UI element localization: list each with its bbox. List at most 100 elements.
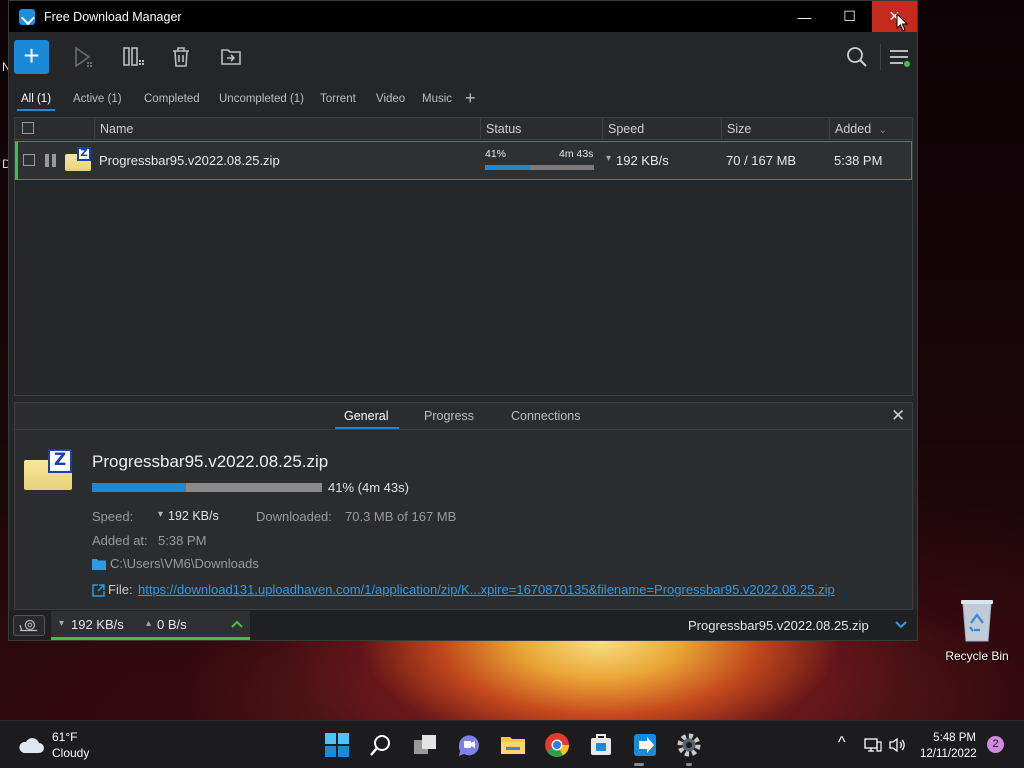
speed-indicator[interactable]: ▾ 192 KB/s ▴ 0 B/s xyxy=(51,611,250,640)
added-label: Added at: xyxy=(92,533,148,548)
tab-connections[interactable]: Connections xyxy=(511,409,581,423)
row-speed: 192 KB/s xyxy=(616,153,669,168)
close-details-icon[interactable]: ✕ xyxy=(891,406,905,426)
task-view-icon[interactable] xyxy=(412,732,438,758)
column-added-label: Added xyxy=(835,122,872,136)
sort-chevron-icon: ⌄ xyxy=(878,125,888,136)
column-status[interactable]: Status xyxy=(480,118,602,140)
row-progress-bar xyxy=(485,165,594,170)
folder-icon xyxy=(92,559,106,570)
running-indicator xyxy=(634,763,644,766)
filter-uncompleted[interactable]: Uncompleted (1) xyxy=(219,93,304,105)
download-arrow-icon: ▾ xyxy=(606,153,612,164)
recycle-bin-label: Recycle Bin xyxy=(945,649,1009,663)
toolbar: + xyxy=(9,32,917,82)
folder-path-link[interactable]: C:\Users\VM6\Downloads xyxy=(110,556,259,571)
file-explorer-icon[interactable] xyxy=(500,732,526,758)
download-speed: 192 KB/s xyxy=(71,617,124,632)
pause-columns-icon[interactable] xyxy=(121,45,145,69)
cloud-icon[interactable] xyxy=(17,735,45,755)
weather-temperature[interactable]: 61°F xyxy=(52,730,77,744)
filter-tabs: All (1) Active (1) Completed Uncompleted… xyxy=(9,82,917,117)
recycle-bin-icon xyxy=(961,600,993,642)
details-progress-text: 41% (4m 43s) xyxy=(328,480,409,495)
filter-all[interactable]: All (1) xyxy=(16,93,56,111)
filter-torrent[interactable]: Torrent xyxy=(320,93,356,105)
chevron-up-icon[interactable] xyxy=(231,620,243,628)
weather-condition[interactable]: Cloudy xyxy=(52,746,89,760)
details-progress-fill xyxy=(92,483,187,492)
play-icon[interactable] xyxy=(71,45,95,69)
column-name[interactable]: Name xyxy=(94,118,480,140)
row-eta: 4m 43s xyxy=(559,148,594,160)
close-button[interactable]: ✕ xyxy=(872,1,917,32)
running-indicator xyxy=(686,763,692,766)
column-added[interactable]: Added ⌄ xyxy=(829,118,912,140)
chevron-down-icon[interactable] xyxy=(895,621,907,629)
clock-date: 12/11/2022 xyxy=(920,748,977,760)
upload-speed: 0 B/s xyxy=(157,617,187,632)
details-progress-bar xyxy=(92,483,322,492)
windows-start-icon[interactable] xyxy=(324,732,350,758)
filter-completed[interactable]: Completed xyxy=(144,93,200,105)
table-row[interactable]: Z Progressbar95.v2022.08.25.zip 41% 4m 4… xyxy=(15,141,912,180)
search-icon[interactable] xyxy=(368,732,394,758)
mouse-cursor-icon xyxy=(896,13,908,32)
details-tabs: General Progress Connections ✕ xyxy=(15,403,912,430)
network-icon[interactable] xyxy=(864,737,882,753)
fdm-logo-icon xyxy=(19,8,35,25)
file-url-link[interactable]: https://download131.uploadhaven.com/1/ap… xyxy=(138,582,835,597)
trash-icon[interactable] xyxy=(169,45,193,69)
move-folder-icon[interactable] xyxy=(219,45,243,69)
search-icon[interactable] xyxy=(845,45,869,69)
filter-active[interactable]: Active (1) xyxy=(73,93,122,105)
downloaded-label: Downloaded: xyxy=(256,509,332,524)
added-value: 5:38 PM xyxy=(158,533,207,548)
minimize-button[interactable]: — xyxy=(782,1,827,32)
download-arrow-icon: ▾ xyxy=(59,618,65,629)
fdm-taskbar-icon[interactable] xyxy=(632,732,658,758)
toolbar-divider xyxy=(880,44,881,70)
speed-value: 192 KB/s xyxy=(168,509,219,523)
tray-chevron-icon[interactable]: ^ xyxy=(838,734,846,752)
snail-mode-icon[interactable] xyxy=(13,615,45,636)
current-download-name: Progressbar95.v2022.08.25.zip xyxy=(688,618,869,633)
fdm-window: Free Download Manager — ☐ ✕ + All (1) Ac… xyxy=(8,0,918,641)
external-link-icon xyxy=(92,584,105,597)
zip-file-icon: Z xyxy=(65,147,91,171)
store-icon[interactable] xyxy=(588,732,614,758)
chat-icon[interactable] xyxy=(456,732,482,758)
taskbar: 61°F Cloudy ^ 5:48 PM 12/11/2022 2 xyxy=(0,720,1024,768)
settings-icon[interactable] xyxy=(676,732,702,758)
downloads-list: Name Status Speed Size Added ⌄ Z Progres… xyxy=(14,117,913,396)
tab-progress[interactable]: Progress xyxy=(424,409,474,423)
volume-icon[interactable] xyxy=(888,737,906,753)
row-checkbox[interactable] xyxy=(23,154,35,166)
column-size[interactable]: Size xyxy=(721,118,829,140)
pause-icon[interactable] xyxy=(45,154,56,167)
column-speed[interactable]: Speed xyxy=(602,118,722,140)
details-panel: General Progress Connections ✕ Z Progres… xyxy=(14,402,913,610)
download-arrow-icon: ▾ xyxy=(158,509,164,520)
add-filter-button[interactable]: + xyxy=(465,88,476,109)
add-download-button[interactable]: + xyxy=(14,40,49,74)
filter-video[interactable]: Video xyxy=(376,93,405,105)
list-header: Name Status Speed Size Added ⌄ xyxy=(15,118,912,140)
zip-file-icon: Z xyxy=(24,449,72,490)
clock[interactable]: 5:48 PM 12/11/2022 xyxy=(920,730,977,762)
menu-icon[interactable] xyxy=(887,45,911,69)
notification-badge[interactable]: 2 xyxy=(987,736,1004,753)
title-bar[interactable]: Free Download Manager — ☐ ✕ xyxy=(9,1,917,32)
upload-arrow-icon: ▴ xyxy=(146,618,152,629)
filter-music[interactable]: Music xyxy=(422,93,452,105)
select-all-checkbox[interactable] xyxy=(22,122,34,134)
row-progress-fill xyxy=(485,165,530,170)
active-tab-indicator xyxy=(335,427,399,429)
chrome-icon[interactable] xyxy=(544,732,570,758)
maximize-button[interactable]: ☐ xyxy=(827,1,872,32)
file-name: Progressbar95.v2022.08.25.zip xyxy=(99,153,280,168)
row-percent: 41% xyxy=(485,148,507,160)
row-added: 5:38 PM xyxy=(834,153,883,168)
tab-general[interactable]: General xyxy=(344,409,388,423)
window-title: Free Download Manager xyxy=(44,9,182,24)
